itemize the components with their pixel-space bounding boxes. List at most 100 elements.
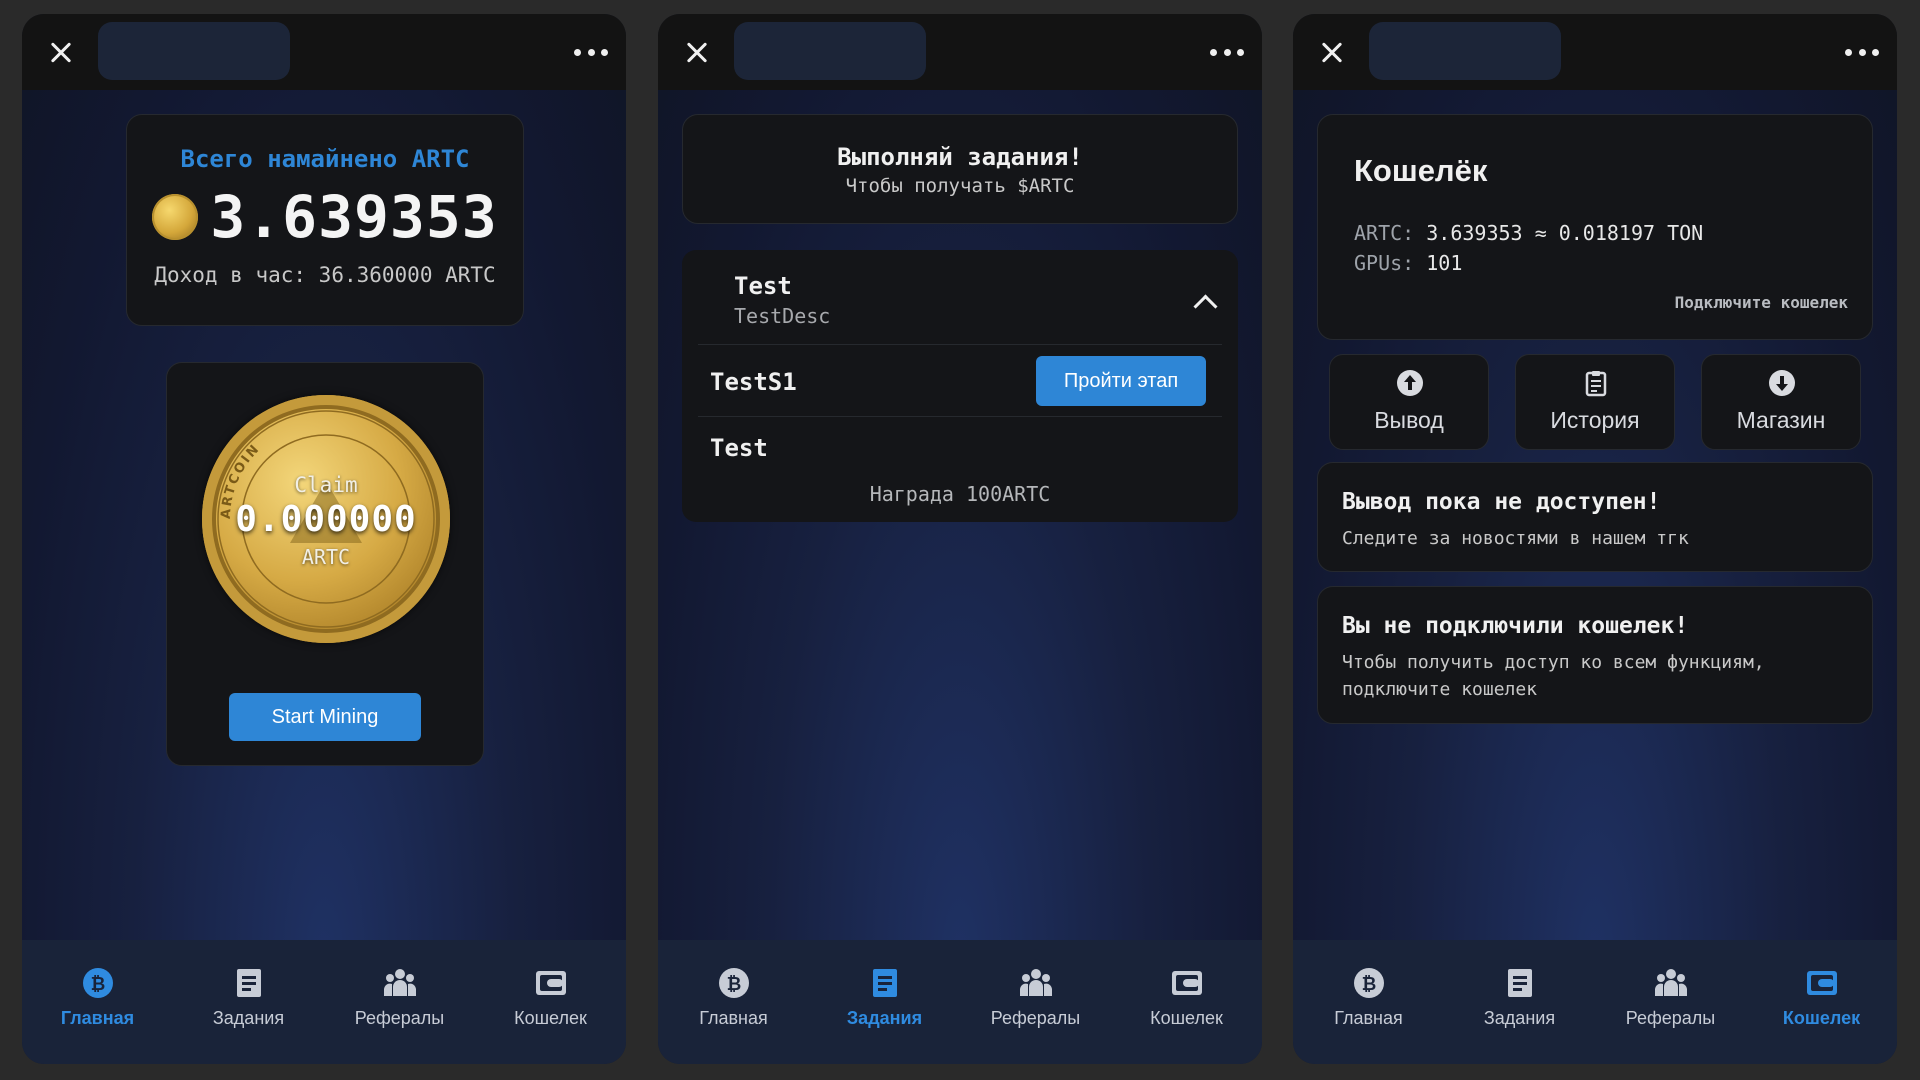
notice-title: Вывод пока не доступен! xyxy=(1342,489,1661,515)
nav-label: Рефералы xyxy=(354,1008,445,1028)
nav-label: Рефералы xyxy=(990,1008,1081,1028)
divider xyxy=(698,416,1222,417)
nav-label: Задания xyxy=(846,1008,923,1028)
close-icon[interactable] xyxy=(46,38,76,68)
wallet-icon xyxy=(1170,966,1204,1000)
bottom-nav: Главная Задания Рефералы Кошелек xyxy=(658,940,1262,1064)
action-label: Вывод xyxy=(1374,407,1444,433)
nav-label: Кошелек xyxy=(1150,1008,1223,1028)
coin-icon xyxy=(152,194,199,240)
title-pill xyxy=(98,22,290,80)
nav-item-home[interactable]: Главная xyxy=(669,940,799,1064)
nav-label: Кошелек xyxy=(514,1008,587,1028)
nav-label: Главная xyxy=(60,1008,135,1028)
artc-label: ARTC: xyxy=(1354,221,1415,245)
connect-wallet-link[interactable]: Подключите кошелек xyxy=(1675,293,1848,312)
nav-item-wallet[interactable]: Кошелек xyxy=(1757,940,1887,1064)
stage-name: TestS1 xyxy=(710,368,797,396)
top-bar xyxy=(22,14,626,90)
clipboard-icon xyxy=(1585,371,1607,397)
document-icon xyxy=(232,966,266,1000)
mined-amount-row: 3.639353 xyxy=(127,183,523,251)
notice-text: Следите за новостями в нашем тгк xyxy=(1342,528,1689,549)
task-panel: Test TestDesc TestS1 Пройти этап Test На… xyxy=(682,250,1238,522)
claim-card: ARTCOIN Claim 0.000000 ARTC Start Mining xyxy=(166,362,484,766)
action-label: Магазин xyxy=(1736,407,1826,433)
claim-unit: ARTC xyxy=(301,545,351,569)
mined-title: Всего намайнено ARTC xyxy=(180,145,470,173)
gpus-value: 101 xyxy=(1426,251,1463,275)
nav-label: Задания xyxy=(1483,1008,1556,1028)
stage-reward: Награда 100ARTC xyxy=(869,482,1051,506)
top-bar xyxy=(1293,14,1897,90)
action-label: История xyxy=(1550,407,1640,433)
artc-value: 3.639353 ≈ 0.018197 TON xyxy=(1426,221,1704,245)
wallet-not-connected-notice: Вы не подключили кошелек! Чтобы получить… xyxy=(1317,586,1873,724)
nav-item-tasks[interactable]: Задания xyxy=(820,940,950,1064)
nav-label: Задания xyxy=(212,1008,285,1028)
title-pill xyxy=(1369,22,1561,80)
gpus-label: GPUs: xyxy=(1354,251,1415,275)
nav-item-tasks[interactable]: Задания xyxy=(184,940,314,1064)
bitcoin-icon xyxy=(717,966,751,1000)
arrow-down-circle-icon xyxy=(1769,370,1795,396)
top-bar xyxy=(658,14,1262,90)
nav-item-home[interactable]: Главная xyxy=(33,940,163,1064)
home-screen: Всего намайнено ARTC 3.639353 Доход в ча… xyxy=(22,14,626,1064)
shop-button[interactable]: Магазин xyxy=(1701,354,1861,450)
history-button[interactable]: История xyxy=(1515,354,1675,450)
claim-value: 0.000000 xyxy=(235,499,417,540)
wallet-icon xyxy=(1805,966,1839,1000)
tasks-screen: Выполняй задания! Чтобы получать $ARTC T… xyxy=(658,14,1262,1064)
complete-stage-button[interactable]: Пройти этап xyxy=(1036,356,1206,406)
arrow-up-circle-icon xyxy=(1397,370,1423,396)
task-description: TestDesc xyxy=(734,304,831,328)
wallet-screen: Кошелёк ARTC: 3.639353 ≈ 0.018197 TON GP… xyxy=(1293,14,1897,1064)
document-icon xyxy=(868,966,902,1000)
nav-item-tasks[interactable]: Задания xyxy=(1455,940,1585,1064)
nav-label: Главная xyxy=(1334,1008,1403,1028)
claim-label: Claim xyxy=(294,473,358,497)
nav-item-referrals[interactable]: Рефералы xyxy=(1606,940,1736,1064)
task-name: Test xyxy=(734,272,792,300)
nav-label: Кошелек xyxy=(1782,1008,1861,1028)
stage-name: Test xyxy=(710,434,768,462)
bottom-nav: Главная Задания Рефералы Кошелек xyxy=(22,940,626,1064)
artc-balance: ARTC: 3.639353 ≈ 0.018197 TON xyxy=(1354,221,1703,245)
nav-item-wallet[interactable]: Кошелек xyxy=(486,940,616,1064)
nav-item-referrals[interactable]: Рефералы xyxy=(335,940,465,1064)
bitcoin-icon xyxy=(1352,966,1386,1000)
more-icon[interactable] xyxy=(574,46,608,58)
tasks-title: Выполняй задания! xyxy=(837,143,1083,171)
notice-text: Чтобы получить доступ ко всем функциям, … xyxy=(1342,652,1765,700)
users-icon xyxy=(1019,966,1053,1000)
document-icon xyxy=(1503,966,1537,1000)
nav-item-referrals[interactable]: Рефералы xyxy=(971,940,1101,1064)
tasks-header-card: Выполняй задания! Чтобы получать $ARTC xyxy=(682,114,1238,224)
mined-amount: 3.639353 xyxy=(210,183,498,251)
users-icon xyxy=(383,966,417,1000)
chevron-up-icon[interactable] xyxy=(1193,294,1218,319)
nav-item-wallet[interactable]: Кошелек xyxy=(1122,940,1252,1064)
claim-coin[interactable]: ARTCOIN Claim 0.000000 ARTC xyxy=(202,395,450,643)
nav-label: Главная xyxy=(699,1008,768,1028)
start-mining-button[interactable]: Start Mining xyxy=(229,693,421,741)
more-icon[interactable] xyxy=(1210,46,1244,58)
divider xyxy=(698,344,1222,345)
more-icon[interactable] xyxy=(1845,46,1879,58)
close-icon[interactable] xyxy=(1317,38,1347,68)
mined-card: Всего намайнено ARTC 3.639353 Доход в ча… xyxy=(126,114,524,326)
nav-label: Рефералы xyxy=(1625,1008,1716,1028)
wallet-title: Кошелёк xyxy=(1354,153,1488,188)
close-icon[interactable] xyxy=(682,38,712,68)
wallet-card: Кошелёк ARTC: 3.639353 ≈ 0.018197 TON GP… xyxy=(1317,114,1873,340)
users-icon xyxy=(1654,966,1688,1000)
gpus-count: GPUs: 101 xyxy=(1354,251,1462,275)
withdraw-unavailable-notice: Вывод пока не доступен! Следите за новос… xyxy=(1317,462,1873,572)
notice-title: Вы не подключили кошелек! xyxy=(1342,613,1689,639)
nav-item-home[interactable]: Главная xyxy=(1304,940,1434,1064)
hourly-income: Доход в час: 36.360000 ARTC xyxy=(154,263,496,287)
tasks-subtitle: Чтобы получать $ARTC xyxy=(845,175,1075,197)
bottom-nav: Главная Задания Рефералы Кошелек xyxy=(1293,940,1897,1064)
withdraw-button[interactable]: Вывод xyxy=(1329,354,1489,450)
